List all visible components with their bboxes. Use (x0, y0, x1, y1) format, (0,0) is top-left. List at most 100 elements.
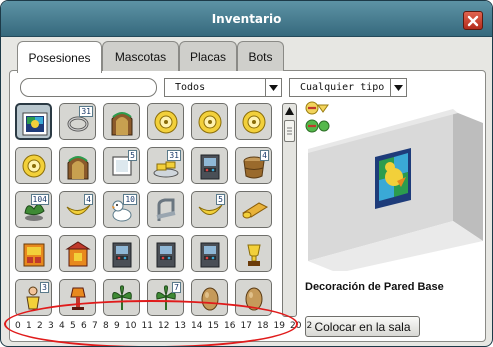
inventory-slot[interactable]: 31 (59, 103, 96, 140)
title-bar[interactable]: Inventario (1, 1, 492, 37)
inventory-slot[interactable] (103, 279, 140, 316)
page-number[interactable]: 3 (48, 321, 54, 331)
page-number[interactable]: 5 (70, 321, 76, 331)
lamp-icon (70, 287, 86, 310)
inventory-slot[interactable] (15, 147, 52, 184)
inventory-slot[interactable]: 7 (147, 279, 184, 316)
inventory-slot[interactable] (235, 103, 272, 140)
tab-bots[interactable]: Bots (237, 41, 284, 71)
page-number[interactable]: 10 (125, 321, 136, 331)
item-count-badge: 3 (40, 282, 49, 293)
inventory-slot[interactable] (15, 235, 52, 272)
page-number[interactable]: 18 (257, 321, 268, 331)
page-number[interactable]: 12 (158, 321, 169, 331)
inventory-slot[interactable] (235, 191, 272, 228)
furni-preview (308, 101, 483, 271)
item-count-badge: 10 (123, 194, 137, 205)
page-number[interactable]: 6 (81, 321, 87, 331)
page-number[interactable]: 13 (175, 321, 186, 331)
cabinet-icon (23, 243, 45, 267)
page-number[interactable]: 17 (241, 321, 252, 331)
page-number[interactable]: 4 (59, 321, 65, 331)
scroll-thumb[interactable] (284, 120, 295, 142)
scroll-up-arrow[interactable] (284, 105, 295, 116)
page-number[interactable]: 9 (114, 321, 120, 331)
page-number[interactable]: 2 (307, 321, 313, 331)
item-count-badge: 7 (172, 282, 181, 293)
window-title: Inventario (211, 12, 282, 26)
inventory-slot[interactable] (147, 103, 184, 140)
inventory-slot[interactable]: 5 (103, 147, 140, 184)
triangle-up-icon (285, 106, 294, 115)
page-number[interactable]: 11 (142, 321, 153, 331)
inventory-slot[interactable]: 4 (59, 191, 96, 228)
inventory-slot[interactable] (147, 191, 184, 228)
plant-icon (112, 285, 132, 310)
search-input[interactable] (20, 78, 157, 97)
category-select-value: Todos (175, 82, 206, 93)
page-number[interactable]: 8 (103, 321, 109, 331)
close-icon (467, 15, 479, 26)
inventory-slot[interactable] (191, 147, 228, 184)
inventory-slot[interactable] (103, 235, 140, 272)
gold-disc-icon (22, 154, 46, 178)
inventory-slot[interactable] (59, 279, 96, 316)
inventory-slot[interactable]: 10 (103, 191, 140, 228)
arcade-icon (200, 154, 220, 180)
page-number[interactable]: 14 (191, 321, 202, 331)
chevron-down-icon (265, 79, 281, 96)
inventory-slot[interactable] (15, 103, 52, 140)
inventory-slot[interactable]: 3 (15, 279, 52, 316)
inventory-slot[interactable]: 4 (235, 147, 272, 184)
mat-roll-icon (241, 202, 269, 219)
gold-disc-icon (242, 110, 266, 134)
tab-posesiones[interactable]: Posesiones (17, 41, 102, 73)
page-number[interactable]: 7 (92, 321, 98, 331)
item-count-badge: 31 (79, 106, 93, 117)
egg-icon (245, 287, 263, 311)
page-number[interactable]: 19 (274, 321, 285, 331)
gold-disc-icon (154, 110, 178, 134)
item-count-badge: 104 (30, 194, 49, 205)
page-number[interactable]: 20 (290, 321, 301, 331)
item-count-badge: 5 (128, 150, 137, 161)
tab-placas[interactable]: Placas (179, 41, 237, 71)
inventory-slot[interactable]: 31 (147, 147, 184, 184)
inventory-slot[interactable]: 5 (191, 191, 228, 228)
inventory-slot[interactable] (147, 235, 184, 272)
inventory-slot[interactable] (59, 147, 96, 184)
inventory-slot[interactable] (235, 235, 272, 272)
item-count-badge: 4 (84, 194, 93, 205)
inventory-slot[interactable] (235, 279, 272, 316)
arcade-icon (200, 242, 220, 268)
painting-icon (375, 148, 411, 209)
pagination: 0 1 2 3 4 5 6 7 8 9 10 11 12 13 14 15 16 17 18 19 20 2 (15, 321, 312, 333)
page-number[interactable]: 16 (224, 321, 235, 331)
item-count-badge: 31 (167, 150, 181, 161)
category-select[interactable]: Todos (164, 78, 282, 97)
egg-icon (201, 287, 219, 311)
close-button[interactable] (463, 11, 483, 30)
inventory-window: Inventario Posesiones Mascotas Placas Bo… (0, 0, 493, 347)
inventory-slot[interactable] (191, 103, 228, 140)
grid-scrollbar[interactable] (282, 103, 297, 317)
inventory-slot[interactable]: 104 (15, 191, 52, 228)
arch-door-icon (67, 156, 89, 180)
arch-door-icon (111, 112, 133, 136)
shrine-icon (65, 241, 91, 267)
type-select-value: Cualquier tipo (300, 82, 385, 93)
inventory-slot[interactable] (191, 279, 228, 316)
inventory-slot[interactable] (59, 235, 96, 272)
type-select[interactable]: Cualquier tipo (289, 78, 407, 97)
page-number[interactable]: 1 (26, 321, 32, 331)
arcade-icon (156, 242, 176, 268)
item-count-badge: 4 (260, 150, 269, 161)
page-number[interactable]: 15 (208, 321, 219, 331)
page-number[interactable]: 0 (15, 321, 21, 331)
item-count-badge: 5 (216, 194, 225, 205)
inventory-slot[interactable] (191, 235, 228, 272)
place-in-room-button[interactable]: Colocar en la sala (305, 316, 420, 337)
tab-mascotas[interactable]: Mascotas (102, 41, 179, 71)
page-number[interactable]: 2 (37, 321, 43, 331)
inventory-slot[interactable] (103, 103, 140, 140)
